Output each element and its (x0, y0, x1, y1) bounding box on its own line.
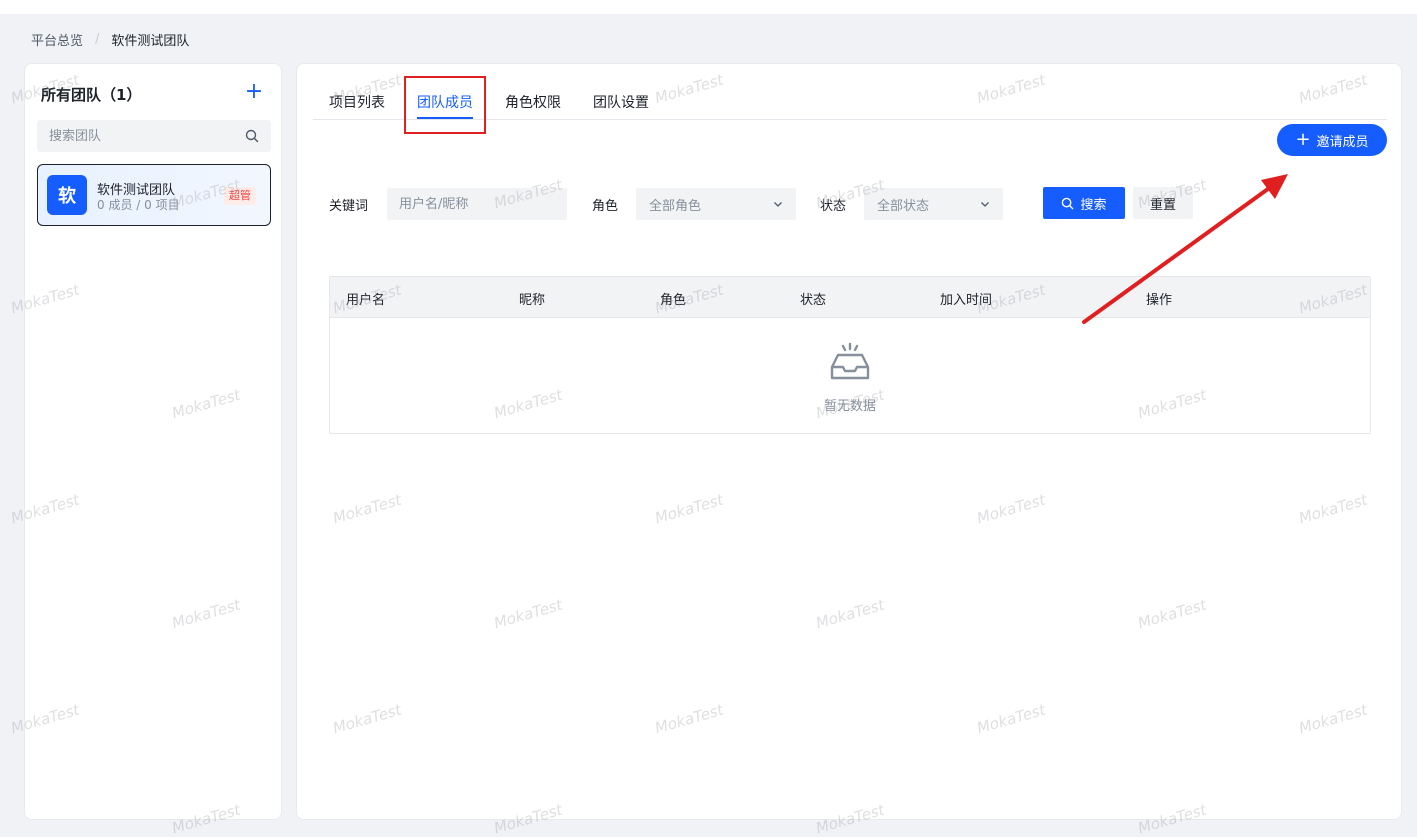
status-select[interactable]: 全部状态 (864, 188, 1003, 220)
empty-state-text: 暂无数据 (823, 399, 876, 414)
status-label: 状态 (820, 199, 847, 214)
search-icon[interactable] (245, 129, 259, 143)
reset-button[interactable]: 重置 (1133, 187, 1193, 219)
invite-member-button[interactable]: + 邀请成员 (1277, 124, 1387, 156)
search-button-label: 搜索 (1080, 197, 1107, 213)
column-header-join-time: 加入时间 (940, 293, 993, 308)
active-tab-indicator (417, 117, 473, 119)
breadcrumb: 平台总览 / 软件测试团队 (31, 29, 189, 49)
main-panel: 项目列表 团队成员 角色权限 团队设置 + 邀请成员 关键词 角色 全部角色 状… (296, 63, 1402, 820)
team-card[interactable]: 软 软件测试团队 0 成员 / 0 项目 超管 (37, 164, 271, 226)
breadcrumb-current: 软件测试团队 (111, 33, 190, 49)
search-button[interactable]: 搜索 (1043, 187, 1125, 219)
column-header-nickname: 昵称 (519, 293, 546, 308)
team-role-badge: 超管 (224, 187, 256, 205)
column-header-role: 角色 (660, 293, 687, 308)
search-icon (1062, 197, 1074, 209)
tab-team-settings[interactable]: 团队设置 (593, 92, 649, 112)
reset-button-label: 重置 (1149, 197, 1176, 213)
column-header-actions: 操作 (1146, 293, 1173, 308)
keyword-input[interactable] (387, 188, 567, 220)
tab-project-list[interactable]: 项目列表 (329, 92, 385, 112)
top-strip (0, 0, 1417, 14)
tab-bar: 项目列表 团队成员 角色权限 团队设置 (313, 82, 1387, 120)
team-sidebar: 所有团队（1） + 软 软件测试团队 0 成员 / 0 项目 超管 (24, 63, 282, 820)
breadcrumb-home[interactable]: 平台总览 (31, 30, 83, 49)
members-table: 用户名 昵称 角色 状态 加入时间 操作 暂无数据 (329, 276, 1371, 434)
column-header-status: 状态 (800, 293, 827, 308)
team-meta: 0 成员 / 0 项目 (97, 198, 180, 212)
invite-member-label: 邀请成员 (1316, 134, 1369, 150)
status-select-value: 全部状态 (877, 199, 930, 214)
team-avatar: 软 (47, 175, 87, 215)
role-label: 角色 (592, 199, 619, 214)
team-search-box (37, 120, 271, 152)
sidebar-title: 所有团队（1） (41, 86, 142, 104)
plus-icon: + (1295, 129, 1311, 150)
role-select-value: 全部角色 (649, 199, 702, 214)
breadcrumb-separator: / (95, 31, 100, 47)
column-header-username: 用户名 (346, 293, 386, 308)
chevron-down-icon (774, 202, 782, 207)
chevron-down-icon (981, 202, 989, 207)
add-team-button[interactable]: + (243, 79, 265, 104)
tab-team-members[interactable]: 团队成员 (417, 92, 473, 112)
team-search-input[interactable] (37, 120, 271, 152)
tab-role-permissions[interactable]: 角色权限 (505, 92, 561, 112)
empty-inbox-icon (830, 342, 870, 380)
plus-icon: + (244, 79, 264, 104)
keyword-label: 关键词 (329, 199, 369, 214)
table-header: 用户名 昵称 角色 状态 加入时间 操作 (330, 277, 1370, 318)
role-select[interactable]: 全部角色 (636, 188, 796, 220)
keyword-field (387, 188, 567, 220)
